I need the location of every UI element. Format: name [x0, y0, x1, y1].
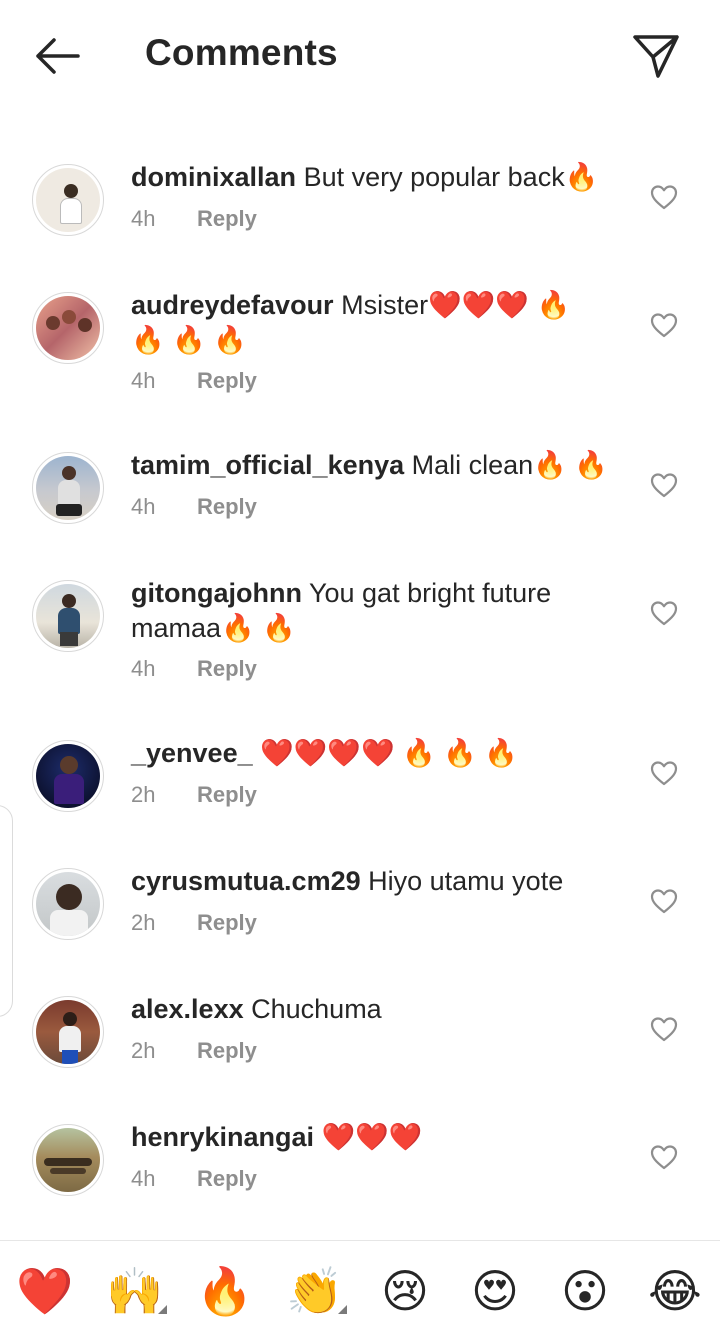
reply-button[interactable]: Reply	[197, 910, 257, 936]
heart-outline-icon[interactable]	[650, 1144, 678, 1170]
reply-button[interactable]: Reply	[197, 1038, 257, 1064]
comment-text: ❤️❤️❤️	[321, 1122, 423, 1152]
avatar[interactable]	[32, 996, 104, 1068]
avatar[interactable]	[32, 452, 104, 524]
heart-outline-icon[interactable]	[650, 1016, 678, 1042]
comments-screen: Comments dominixallan But very popular b…	[0, 0, 720, 1335]
avatar[interactable]	[32, 580, 104, 652]
comment-item: alex.lexx Chuchuma 2h Reply	[0, 992, 720, 1102]
reply-button[interactable]: Reply	[197, 368, 257, 394]
avatar[interactable]	[32, 740, 104, 812]
avatar[interactable]	[32, 292, 104, 364]
comment-item: audreydefavour Msister❤️❤️❤️ 🔥 🔥 🔥 🔥 4h …	[0, 288, 720, 428]
page-title: Comments	[145, 32, 338, 73]
emoji-heart[interactable]: ❤️	[15, 1263, 75, 1319]
side-panel-handle[interactable]	[0, 805, 13, 1017]
header: Comments	[0, 0, 720, 110]
emoji-surprised-face[interactable]: 😮	[555, 1263, 615, 1319]
comment-time: 2h	[131, 782, 156, 807]
comment-time: 4h	[131, 656, 156, 681]
comment-username[interactable]: tamim_official_kenya	[131, 450, 404, 480]
share-button[interactable]	[628, 28, 684, 84]
avatar[interactable]	[32, 1124, 104, 1196]
back-button[interactable]	[28, 30, 84, 82]
emoji-crying-face[interactable]: 😢	[375, 1263, 435, 1319]
reply-button[interactable]: Reply	[197, 656, 257, 682]
heart-outline-icon[interactable]	[650, 472, 678, 498]
emoji-raising-hands-glyph: 🙌	[106, 1264, 164, 1318]
avatar[interactable]	[32, 164, 104, 236]
comment-text: But very popular back🔥	[303, 162, 599, 192]
comment-text: Hiyo utamu yote	[368, 866, 564, 896]
comment-username[interactable]: dominixallan	[131, 162, 296, 192]
comment-item: dominixallan But very popular back🔥 4h R…	[0, 160, 720, 270]
comment-time: 4h	[131, 1166, 156, 1191]
emoji-quick-reactions: ❤️ 🙌 🔥 👏 😢 😍 😮 😂	[0, 1240, 720, 1335]
skin-tone-indicator	[158, 1305, 167, 1314]
comment-username[interactable]: gitongajohnn	[131, 578, 302, 608]
heart-outline-icon[interactable]	[650, 760, 678, 786]
comment-time: 4h	[131, 368, 156, 393]
skin-tone-indicator	[338, 1305, 347, 1314]
arrow-left-icon	[36, 38, 80, 74]
comment-item: tamim_official_kenya Mali clean🔥 🔥 4h Re…	[0, 448, 720, 558]
avatar[interactable]	[32, 868, 104, 940]
comment-username[interactable]: _yenvee_	[131, 738, 253, 768]
comment-time: 2h	[131, 910, 156, 935]
comment-username[interactable]: audreydefavour	[131, 290, 334, 320]
comment-time: 2h	[131, 1038, 156, 1063]
comment-item: cyrusmutua.cm29 Hiyo utamu yote 2h Reply	[0, 864, 720, 974]
emoji-raising-hands[interactable]: 🙌	[105, 1263, 167, 1319]
comment-item: gitongajohnn You gat bright future mamaa…	[0, 576, 720, 716]
comment-time: 4h	[131, 494, 156, 519]
emoji-fire[interactable]: 🔥	[195, 1263, 255, 1319]
reply-button[interactable]: Reply	[197, 494, 257, 520]
emoji-clapping-hands[interactable]: 👏	[285, 1263, 347, 1319]
heart-outline-icon[interactable]	[650, 184, 678, 210]
comment-item: henrykinangai ❤️❤️❤️ 4h Reply	[0, 1120, 720, 1230]
heart-outline-icon[interactable]	[650, 888, 678, 914]
comment-text: Chuchuma	[251, 994, 382, 1024]
paper-plane-icon	[633, 35, 679, 78]
emoji-clapping-hands-glyph: 👏	[286, 1264, 344, 1318]
heart-outline-icon[interactable]	[650, 312, 678, 338]
emoji-heart-eyes[interactable]: 😍	[465, 1263, 525, 1319]
comment-item: _yenvee_ ❤️❤️❤️❤️ 🔥 🔥 🔥 2h Reply	[0, 736, 720, 846]
emoji-tears-of-joy[interactable]: 😂	[645, 1263, 705, 1319]
comment-username[interactable]: henrykinangai	[131, 1122, 314, 1152]
comment-username[interactable]: cyrusmutua.cm29	[131, 866, 361, 896]
comment-username[interactable]: alex.lexx	[131, 994, 244, 1024]
heart-outline-icon[interactable]	[650, 600, 678, 626]
reply-button[interactable]: Reply	[197, 206, 257, 232]
comment-text: Mali clean🔥 🔥	[411, 450, 608, 480]
reply-button[interactable]: Reply	[197, 782, 257, 808]
comment-text: ❤️❤️❤️❤️ 🔥 🔥 🔥	[260, 738, 518, 768]
comment-time: 4h	[131, 206, 156, 231]
reply-button[interactable]: Reply	[197, 1166, 257, 1192]
